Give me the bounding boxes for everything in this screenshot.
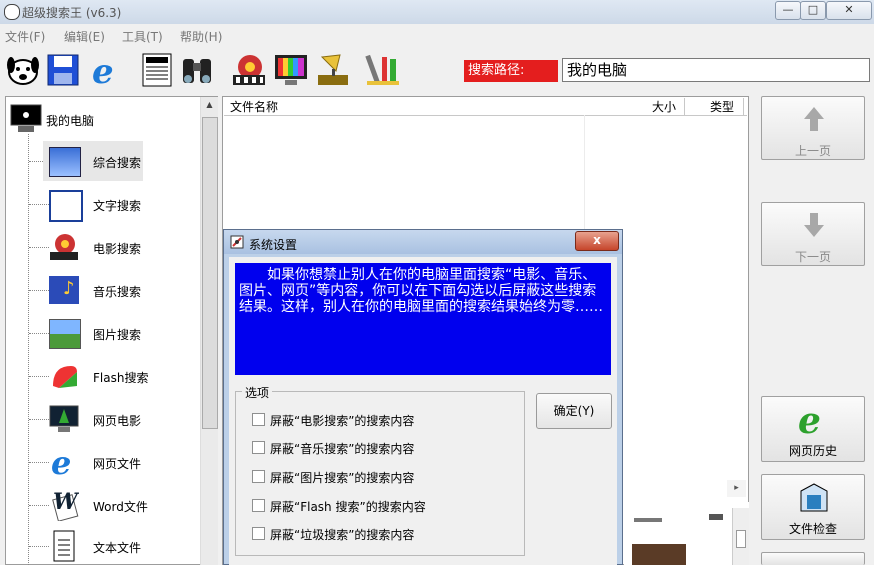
tree-item-web-file[interactable]: e 网页文件 xyxy=(5,442,200,482)
ie-history-icon: e xyxy=(796,399,830,442)
svg-text:W: W xyxy=(53,489,79,515)
notice-text: 如果你想禁止别人在你的电脑里面搜索“电影、音乐、图片、网页”等内容，你可以在下面… xyxy=(235,263,611,375)
svg-text:e: e xyxy=(798,400,821,437)
tree-item-picture[interactable]: 图片搜索 xyxy=(5,313,200,353)
dialog-title: 系统设置 xyxy=(249,238,298,252)
tree-item-combined[interactable]: 综合搜索 xyxy=(5,141,200,181)
tree-item-label: 网页电影 xyxy=(93,414,142,428)
minimize-button[interactable]: — xyxy=(775,1,801,20)
tree-item-music[interactable]: ♪ 音乐搜索 xyxy=(5,270,200,310)
dialog-close-button[interactable]: x xyxy=(575,231,619,251)
text-search-icon xyxy=(49,190,83,222)
menu-help[interactable]: 帮助(H) xyxy=(180,28,222,45)
ok-button[interactable]: 确定(Y) xyxy=(536,393,612,429)
column-divider xyxy=(584,115,585,229)
app-logo-icon xyxy=(4,4,20,20)
gramophone-icon[interactable] xyxy=(314,51,352,89)
combined-search-icon xyxy=(49,147,81,177)
save-icon[interactable] xyxy=(44,51,82,89)
word-file-icon: W xyxy=(49,487,80,522)
web-movie-icon xyxy=(49,405,79,433)
flash-search-icon xyxy=(49,362,79,390)
tree-item-label: 图片搜索 xyxy=(93,328,142,342)
menu-file[interactable]: 文件(F) xyxy=(5,28,45,45)
binoculars-icon[interactable] xyxy=(178,51,216,89)
menu-edit[interactable]: 编辑(E) xyxy=(64,28,105,45)
checkbox[interactable] xyxy=(252,441,265,454)
column-filename[interactable]: 文件名称 xyxy=(230,98,278,115)
text-file-icon xyxy=(53,530,75,562)
search-path-input[interactable]: 我的电脑 xyxy=(562,58,870,82)
next-page-button[interactable]: 下一页 xyxy=(761,202,865,266)
maximize-button[interactable]: □ xyxy=(800,1,826,20)
tree-item-label: 文本文件 xyxy=(93,541,142,555)
tree-item-word[interactable]: W Word文件 xyxy=(5,485,200,525)
music-search-icon: ♪ xyxy=(49,276,79,304)
svg-text:e: e xyxy=(51,444,71,478)
tree-root-label[interactable]: 我的电脑 xyxy=(46,112,94,129)
tree-item-label: 文字搜索 xyxy=(93,199,142,213)
file-list-header: 文件名称 大小 类型 xyxy=(224,98,747,116)
scroll-right-icon[interactable]: ▸ xyxy=(727,480,746,497)
close-button[interactable]: ✕ xyxy=(826,1,872,20)
arrow-up-icon xyxy=(802,105,826,133)
settings-icon xyxy=(230,235,244,249)
computer-icon xyxy=(10,104,42,132)
window-title: 超级搜索王 (v6.3) xyxy=(22,6,122,20)
scroll-up-icon[interactable]: ▲ xyxy=(202,97,217,112)
tree-item-text-file[interactable]: 文本文件 xyxy=(5,526,200,565)
tree-item-label: 电影搜索 xyxy=(93,242,142,256)
monitor-icon[interactable] xyxy=(272,51,310,89)
checkbox[interactable] xyxy=(252,470,265,483)
menu-tools[interactable]: 工具(T) xyxy=(122,28,163,45)
column-size[interactable]: 大小 xyxy=(652,98,676,115)
document-icon[interactable] xyxy=(138,51,176,89)
tree-scrollbar[interactable]: ▲ xyxy=(200,97,218,565)
preview-scrollbar[interactable] xyxy=(732,508,749,565)
web-file-icon: e xyxy=(49,444,79,482)
dog-icon[interactable] xyxy=(4,51,42,89)
web-history-button[interactable]: e 网页历史 xyxy=(761,396,865,462)
tree-item-label: Word文件 xyxy=(93,500,148,514)
tree-item-label: Flash搜索 xyxy=(93,371,149,385)
options-group-label: 选项 xyxy=(242,384,273,401)
more-button[interactable] xyxy=(761,552,865,565)
svg-text:e: e xyxy=(92,52,114,89)
tree-item-label: 综合搜索 xyxy=(93,156,142,170)
ie-icon[interactable]: e xyxy=(86,51,124,92)
tree-item-label: 音乐搜索 xyxy=(93,285,142,299)
tree-item-text[interactable]: 文字搜索 xyxy=(5,184,200,224)
tree-item-label: 网页文件 xyxy=(93,457,142,471)
scroll-thumb[interactable] xyxy=(202,117,218,429)
picture-search-icon xyxy=(49,319,81,349)
preview-pane xyxy=(624,502,749,565)
search-path-label: 搜索路径: xyxy=(464,60,558,82)
arrow-down-icon xyxy=(802,211,826,239)
tree-item-web-movie[interactable]: 网页电影 xyxy=(5,399,200,439)
file-check-button[interactable]: 文件检查 xyxy=(761,474,865,540)
checkbox[interactable] xyxy=(252,499,265,512)
checkbox[interactable] xyxy=(252,413,265,426)
film-icon[interactable] xyxy=(230,51,268,89)
column-type[interactable]: 类型 xyxy=(710,98,734,115)
movie-search-icon xyxy=(49,233,79,261)
title-bar xyxy=(0,0,874,24)
tree-item-flash[interactable]: Flash搜索 xyxy=(5,356,200,396)
prev-page-button[interactable]: 上一页 xyxy=(761,96,865,160)
folder-check-icon xyxy=(798,481,830,513)
tools-icon[interactable] xyxy=(364,51,402,89)
checkbox[interactable] xyxy=(252,527,265,540)
tree-item-movie[interactable]: 电影搜索 xyxy=(5,227,200,267)
